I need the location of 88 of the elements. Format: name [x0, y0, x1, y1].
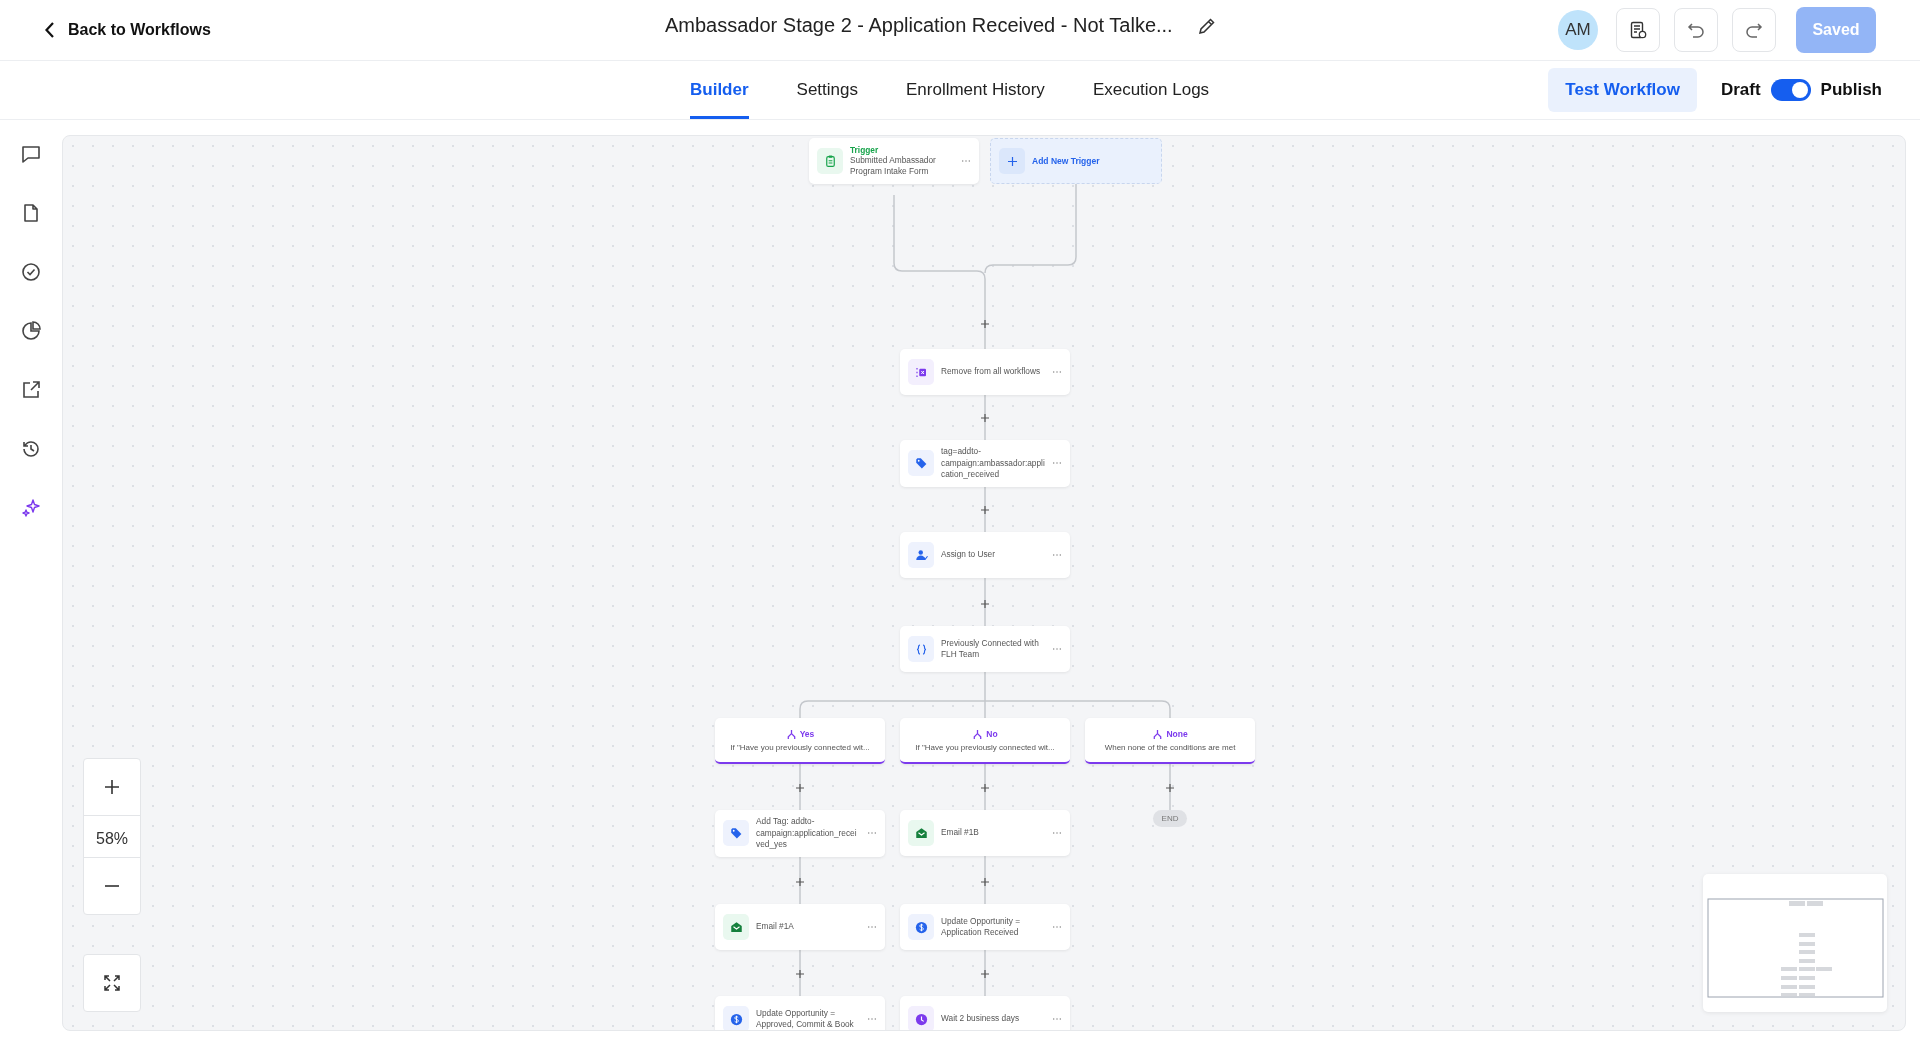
- branch-icon: [1152, 728, 1164, 740]
- remove-icon: [908, 359, 934, 385]
- branch-card[interactable]: None When none of the conditions are met: [1085, 718, 1255, 764]
- step-card[interactable]: Remove from all workflows: [900, 349, 1070, 395]
- tab[interactable]: Execution Logs: [1092, 61, 1210, 119]
- step-label: Remove from all workflows: [941, 366, 1042, 378]
- branch-icon: [972, 728, 984, 740]
- step-label: Update Opportunity = Application Received: [941, 915, 1022, 939]
- tag-icon: [723, 820, 749, 847]
- add-trigger-button[interactable]: Add New Trigger: [990, 138, 1162, 184]
- notes-button[interactable]: [1616, 8, 1660, 52]
- add-step-icon[interactable]: [980, 413, 990, 423]
- step-card[interactable]: tag=addto-campaign:ambassador:application_received: [900, 440, 1070, 487]
- minus-icon: [105, 885, 119, 887]
- redo-icon: [1744, 20, 1764, 40]
- check-circle-icon[interactable]: [20, 261, 42, 283]
- undo-button[interactable]: [1674, 8, 1718, 52]
- step-label: Submitted Ambassador Program Intake Form: [850, 154, 937, 178]
- step-card[interactable]: Email #1A: [715, 904, 885, 950]
- step-card[interactable]: Update Opportunity = Application Received: [900, 904, 1070, 950]
- publish-toggle[interactable]: [1770, 79, 1811, 101]
- envelope-icon: [723, 914, 749, 940]
- step-label: Wait 2 business days: [941, 1013, 1021, 1025]
- sparkles-icon[interactable]: [20, 497, 42, 519]
- fit-view-button[interactable]: [83, 954, 141, 1012]
- step-label: Update Opportunity = Approved, Commit & Book: [756, 1007, 855, 1030]
- add-step-icon[interactable]: [795, 969, 805, 979]
- tab[interactable]: Builder: [690, 61, 749, 119]
- notes-icon: [1628, 20, 1648, 40]
- pie-chart-icon[interactable]: [20, 320, 42, 342]
- step-card[interactable]: Email #1B: [900, 810, 1070, 856]
- step-card[interactable]: Wait 2 business days: [900, 996, 1070, 1030]
- chat-icon[interactable]: [20, 143, 42, 165]
- step-label: Email #1A: [756, 921, 795, 933]
- envelope-icon: [908, 820, 934, 846]
- branch-name: No: [986, 729, 998, 739]
- add-step-icon[interactable]: [980, 969, 990, 979]
- add-step-icon[interactable]: [980, 599, 990, 609]
- braces-icon: [908, 636, 934, 662]
- test-workflow-button[interactable]: Test Workflow: [1548, 68, 1697, 112]
- step-label: Assign to User: [941, 549, 996, 561]
- branch-condition: When none of the conditions are met: [1104, 742, 1236, 752]
- step-label: tag=addto-campaign:ambassador:application_received: [941, 446, 1045, 481]
- step-card[interactable]: Previously Connected with FLH Team: [900, 626, 1070, 672]
- history-icon[interactable]: [20, 438, 42, 460]
- step-label: Email #1B: [941, 827, 980, 839]
- branch-name: Yes: [799, 729, 815, 739]
- add-step-icon[interactable]: [980, 783, 990, 793]
- step-card[interactable]: Assign to User: [900, 532, 1070, 578]
- workflow-title: Ambassador Stage 2 - Application Received - Not Talke...: [665, 14, 1173, 37]
- step-label: Add Tag: addto-campaign:application_received_yes: [756, 816, 858, 851]
- add-step-icon[interactable]: [980, 319, 990, 329]
- add-step-icon[interactable]: [980, 505, 990, 515]
- branch-name: None: [1166, 729, 1188, 739]
- user-avatar[interactable]: AM: [1558, 10, 1598, 50]
- end-marker: END: [1153, 810, 1187, 827]
- plus-icon: [999, 148, 1025, 174]
- undo-icon: [1686, 20, 1706, 40]
- branch-card[interactable]: Yes If "Have you previously connected wit...: [715, 718, 885, 764]
- edit-icon[interactable]: [1196, 15, 1217, 36]
- step-card[interactable]: Update Opportunity = Approved, Commit & Book: [715, 996, 885, 1030]
- branch-condition: If "Have you previously connected wit...: [915, 742, 1055, 752]
- branch-condition: If "Have you previously connected wit...: [730, 742, 870, 752]
- draft-label: Draft: [1720, 80, 1761, 100]
- step-card[interactable]: Add Tag: addto-campaign:application_received_yes: [715, 810, 885, 857]
- trigger-heading: Trigger: [850, 144, 880, 155]
- tab[interactable]: Enrollment History: [906, 61, 1045, 119]
- external-link-icon[interactable]: [20, 379, 42, 401]
- redo-button[interactable]: [1732, 8, 1776, 52]
- user-icon: [908, 542, 934, 568]
- back-link[interactable]: Back to Workflows: [44, 20, 211, 40]
- chevron-left-icon: [44, 20, 56, 40]
- publish-label: Publish: [1820, 80, 1882, 100]
- dollar-icon: [908, 914, 934, 940]
- tag-icon: [908, 450, 934, 477]
- add-step-icon[interactable]: [795, 877, 805, 887]
- plus-icon: [102, 777, 122, 797]
- clipboard-icon: [817, 148, 843, 174]
- add-step-icon[interactable]: [980, 877, 990, 887]
- step-label: Previously Connected with FLH Team: [941, 637, 1040, 661]
- tab[interactable]: Settings: [796, 61, 858, 119]
- expand-icon: [102, 973, 122, 993]
- add-step-icon[interactable]: [1165, 783, 1175, 793]
- add-step-icon[interactable]: [795, 783, 805, 793]
- step-label: Add New Trigger: [1032, 156, 1101, 166]
- zoom-level: 58%: [84, 815, 140, 858]
- branch-card[interactable]: No If "Have you previously connected wit...: [900, 718, 1070, 764]
- branch-icon: [785, 728, 797, 740]
